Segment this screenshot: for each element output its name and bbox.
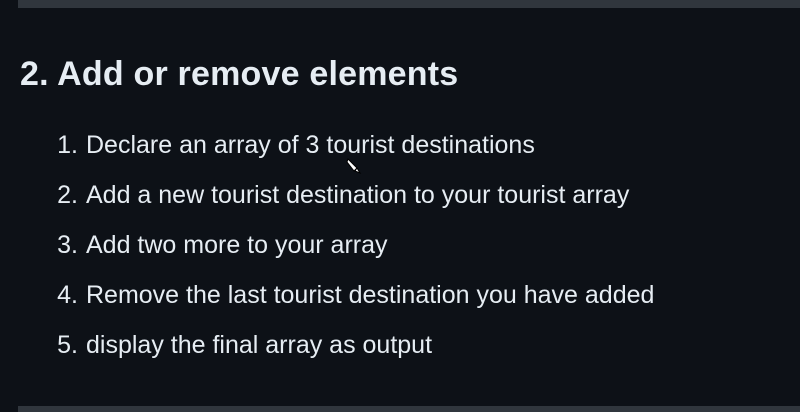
- list-item-number: 5.: [57, 331, 78, 359]
- list-item: 2. Add a new tourist destination to your…: [48, 170, 784, 220]
- list-item: 1. Declare an array of 3 tourist destina…: [48, 120, 784, 170]
- list-item: 5. display the final array as output: [48, 320, 784, 370]
- list-item-number: 2.: [57, 181, 78, 209]
- list-item: 4. Remove the last tourist destination y…: [48, 270, 784, 320]
- bottom-divider: [18, 406, 800, 412]
- list-item-number: 3.: [57, 231, 78, 259]
- list-item-text: display the final array as output: [86, 331, 433, 359]
- list-item: 3. Add two more to your array: [48, 220, 784, 270]
- list-item-number: 4.: [57, 281, 78, 309]
- markdown-content: 2. Add or remove elements 1. Declare an …: [20, 50, 784, 370]
- list-item-text: Declare an array of 3 tourist destinatio…: [86, 131, 535, 159]
- list-item-number: 1.: [57, 131, 78, 159]
- list-item-text: Add a new tourist destination to your to…: [86, 181, 630, 209]
- list-item-text: Add two more to your array: [86, 231, 388, 259]
- task-list: 1. Declare an array of 3 tourist destina…: [20, 120, 784, 370]
- list-item-text: Remove the last tourist destination you …: [86, 281, 655, 309]
- top-divider: [18, 0, 800, 8]
- section-heading: 2. Add or remove elements: [20, 55, 459, 93]
